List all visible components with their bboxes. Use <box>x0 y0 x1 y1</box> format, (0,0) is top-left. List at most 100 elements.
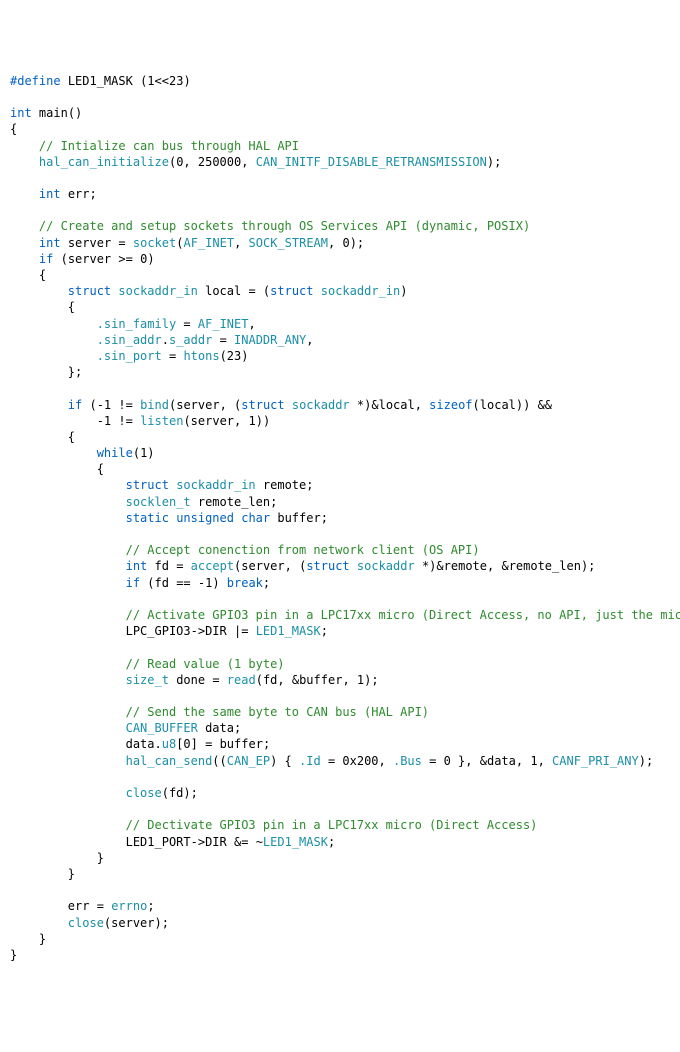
comment: // Create and setup sockets through OS S… <box>39 219 530 233</box>
call: close <box>68 916 104 930</box>
num: 0 <box>140 252 147 266</box>
field: .sin_addr <box>97 333 162 347</box>
kw: struct <box>126 478 169 492</box>
kw: struct <box>68 284 111 298</box>
type: CAN_BUFFER <box>126 721 198 735</box>
call: listen <box>140 414 183 428</box>
kw: unsigned <box>176 511 234 525</box>
num: 0 <box>342 236 349 250</box>
op: = <box>205 737 212 751</box>
call: hal_can_send <box>126 754 213 768</box>
field: .sin_port <box>97 349 162 363</box>
ident: server <box>176 398 219 412</box>
kw: int <box>39 187 61 201</box>
ident: remote <box>263 478 306 492</box>
call: accept <box>191 559 234 573</box>
op: = <box>220 333 227 347</box>
ident: local <box>205 284 241 298</box>
op: -> <box>191 624 205 638</box>
type: socklen_t <box>126 495 191 509</box>
ident: fd <box>169 786 183 800</box>
ident: data <box>126 737 155 751</box>
op: != <box>118 414 132 428</box>
ident: fd <box>263 673 277 687</box>
ident: buffer <box>277 511 320 525</box>
kw: static <box>126 511 169 525</box>
op: & <box>436 559 443 573</box>
num: 1 <box>248 414 255 428</box>
op: . <box>155 737 162 751</box>
num: 1 <box>530 754 537 768</box>
op: & <box>371 398 378 412</box>
ident: buffer <box>220 737 263 751</box>
call: read <box>227 673 256 687</box>
field: s_addr <box>169 333 212 347</box>
ident: err <box>68 899 90 913</box>
op: = <box>183 317 190 331</box>
op: = <box>429 754 436 768</box>
macro-name: LED1_MASK <box>68 74 133 88</box>
num: -1 <box>97 414 111 428</box>
comment: // Accept conenction from network client… <box>126 543 480 557</box>
kw: char <box>241 511 270 525</box>
kw: struct <box>306 559 349 573</box>
ident: DIR <box>205 624 227 638</box>
comment: // Activate GPIO3 pin in a LPC17xx micro… <box>126 608 680 622</box>
op: << <box>155 74 169 88</box>
type: size_t <box>126 673 169 687</box>
op: * <box>422 559 429 573</box>
ident: data <box>205 721 234 735</box>
ident: done <box>176 673 205 687</box>
ident: local <box>480 398 516 412</box>
call: socket <box>133 236 176 250</box>
field: .Bus <box>393 754 422 768</box>
ident: LED1_PORT <box>126 835 191 849</box>
const: SOCK_STREAM <box>249 236 328 250</box>
const: INADDR_ANY <box>234 333 306 347</box>
ident: remote_len <box>509 559 581 573</box>
kw: struct <box>241 398 284 412</box>
fn-main: main <box>39 106 68 120</box>
code-block: #define LED1_MASK (1<<23) int main() { /… <box>10 73 670 963</box>
kw-int: int <box>10 106 32 120</box>
type: CAN_EP <box>227 754 270 768</box>
ident: fd <box>155 576 169 590</box>
op: = <box>118 236 125 250</box>
num: 0 <box>183 737 190 751</box>
type: sockaddr_in <box>118 284 197 298</box>
comment: // Intialize can bus through HAL API <box>39 139 299 153</box>
comment: // Dectivate GPIO3 pin in a LPC17xx micr… <box>126 818 538 832</box>
op: = <box>328 754 335 768</box>
ident: remote_len <box>198 495 270 509</box>
op: == <box>176 576 190 590</box>
op: . <box>162 333 169 347</box>
const: AF_INET <box>183 236 234 250</box>
op: & <box>292 673 299 687</box>
type: sockaddr_in <box>321 284 400 298</box>
num: -1 <box>97 398 111 412</box>
type: sockaddr <box>292 398 350 412</box>
kw: break <box>227 576 263 590</box>
ident: server <box>191 414 234 428</box>
op: -> <box>191 835 205 849</box>
kw: if <box>126 576 140 590</box>
kw: if <box>39 252 53 266</box>
ident: fd <box>155 559 169 573</box>
call: bind <box>140 398 169 412</box>
const: CAN_INITF_DISABLE_RETRANSMISSION <box>256 155 487 169</box>
op: * <box>357 398 364 412</box>
num: 1 <box>147 74 154 88</box>
ident: err <box>68 187 90 201</box>
preproc: #define <box>10 74 61 88</box>
op: |= <box>234 624 248 638</box>
kw: struct <box>270 284 313 298</box>
num: -1 <box>198 576 212 590</box>
ident: DIR <box>205 835 227 849</box>
ident: LPC_GPIO3 <box>126 624 191 638</box>
const: AF_INET <box>198 317 249 331</box>
op: = <box>212 673 219 687</box>
type: sockaddr <box>357 559 415 573</box>
kw: int <box>39 236 61 250</box>
num: 23 <box>169 74 183 88</box>
field: .sin_family <box>97 317 176 331</box>
